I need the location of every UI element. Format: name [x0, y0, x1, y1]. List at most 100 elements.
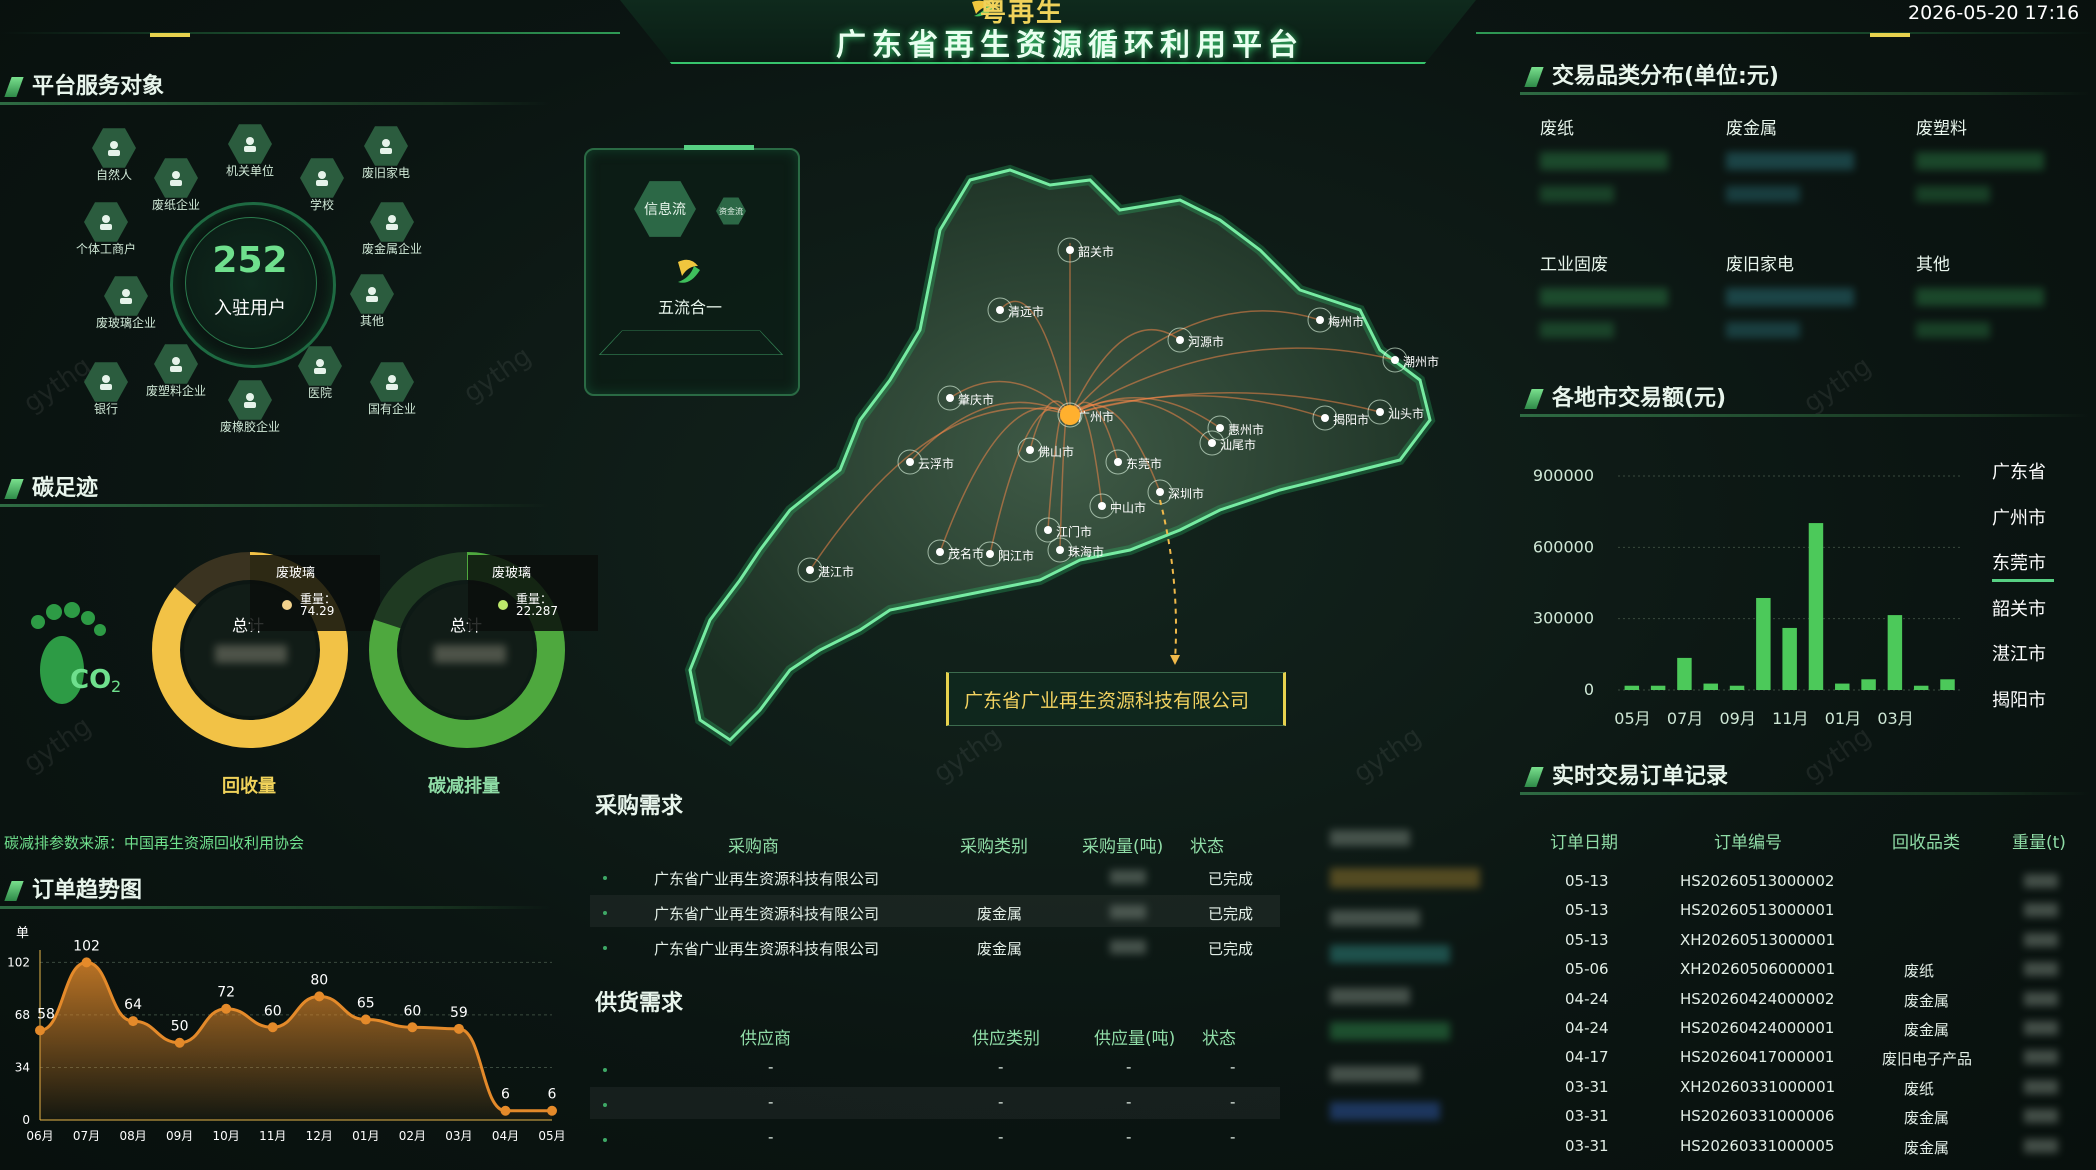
order-id[interactable]: HS20260331000006 [1680, 1107, 1834, 1125]
purchase-buyer[interactable]: 广东省广业再生资源科技有限公司 [654, 938, 879, 959]
category-name[interactable]: 其他 [1916, 250, 1950, 275]
row-bullet [603, 876, 607, 880]
carbon-source-note: 碳减排参数来源：中国再生资源回收利用协会 [4, 834, 305, 852]
order-id[interactable]: HS20260417000001 [1680, 1048, 1834, 1066]
city-list-item[interactable]: 广州市 [1992, 504, 2046, 530]
map-city-dot [1376, 408, 1384, 416]
map-city-dot [946, 394, 954, 402]
trend-area [40, 962, 552, 1120]
trend-data-label: 72 [217, 985, 235, 1001]
supply-supplier[interactable]: - [768, 1128, 773, 1146]
map-city-dot [1114, 458, 1122, 466]
purchase-category: 废金属 [977, 940, 1023, 958]
order-weight-blurred [2024, 903, 2058, 918]
supply-header: 供应类别 [972, 1029, 1040, 1049]
trend-y-tick: 102 [7, 955, 30, 969]
supply-category: - [998, 1128, 1004, 1146]
category-value-blurred [1540, 288, 1668, 306]
service-item-label: 废旧家电 [361, 166, 411, 180]
city-y-tick: 600000 [1533, 537, 1594, 556]
city-y-tick: 300000 [1533, 609, 1594, 628]
order-id[interactable]: HS20260424000002 [1680, 990, 1834, 1008]
trend-point [407, 1022, 418, 1033]
order-category: 废旧电子产品 [1882, 1050, 1973, 1069]
city-list-item[interactable]: 广东省 [1992, 458, 2046, 484]
category-name[interactable]: 废金属 [1726, 114, 1777, 139]
city-x-tick: 11月 [1772, 709, 1808, 728]
purchase-buyer[interactable]: 广东省广业再生资源科技有限公司 [654, 868, 879, 889]
city-bar [1808, 523, 1824, 690]
order-id[interactable]: XH20260506000001 [1680, 960, 1835, 978]
city-list-item[interactable]: 韶关市 [1992, 595, 2046, 621]
recovery-label: 回收量 [222, 776, 276, 797]
trend-x-tick: 04月 [492, 1129, 519, 1143]
trend-x-tick: 07月 [73, 1129, 100, 1143]
map-city-dot [1208, 439, 1216, 447]
category-name[interactable]: 废纸 [1540, 114, 1574, 139]
trend-point [35, 1025, 45, 1036]
order-date: 05-06 [1565, 960, 1609, 979]
city-list-item[interactable]: 东莞市 [1992, 549, 2046, 575]
city-list-item[interactable]: 揭阳市 [1992, 686, 2046, 712]
map-pointer-arrow [1170, 655, 1180, 665]
category-value-blurred [1540, 152, 1668, 170]
purchase-buyer[interactable]: 广东省广业再生资源科技有限公司 [654, 903, 879, 924]
blurred-panel [1330, 1066, 1420, 1082]
section-underline [0, 504, 550, 507]
category-percent-blurred [1726, 322, 1800, 338]
map-city-dot [1176, 336, 1184, 344]
trend-data-label: 6 [501, 1087, 510, 1103]
order-date: 05-13 [1565, 901, 1609, 920]
order-weight-blurred [2024, 1050, 2058, 1065]
reduction-total-value [434, 645, 506, 663]
map-city-label: 惠州市 [1228, 422, 1264, 437]
category-percent-blurred [1540, 322, 1614, 338]
order-id[interactable]: HS20260331000005 [1680, 1137, 1834, 1155]
map-city-label: 阳江市 [998, 548, 1034, 563]
service-item-label: 自然人 [95, 168, 133, 182]
orders-header: 订单日期 [1550, 833, 1618, 853]
supply-category: - [998, 1058, 1004, 1076]
supply-status: - [1230, 1128, 1236, 1146]
supply-amount: - [1126, 1093, 1132, 1111]
supply-supplier[interactable]: - [768, 1058, 773, 1076]
order-id[interactable]: XH20260513000001 [1680, 931, 1835, 949]
header-accent [150, 33, 190, 37]
purchase-header: 状态 [1190, 837, 1224, 857]
order-id[interactable]: HS20260424000001 [1680, 1019, 1834, 1037]
order-id[interactable]: XH20260331000001 [1680, 1078, 1835, 1096]
category-value-blurred [1726, 152, 1854, 170]
purchase-category: 废金属 [977, 905, 1023, 923]
recovery-tooltip-value: 74.29 [300, 604, 335, 618]
service-item-label: 废塑料企业 [145, 384, 207, 398]
trend-data-label: 50 [171, 1019, 189, 1035]
category-name[interactable]: 废塑料 [1916, 114, 1967, 139]
category-percent-blurred [1916, 322, 1990, 338]
category-name[interactable]: 工业固废 [1540, 250, 1608, 275]
category-percent-blurred [1916, 186, 1990, 202]
svg-text:CO: CO [70, 665, 111, 695]
reduction-label: 碳减排量 [428, 776, 500, 797]
category-name[interactable]: 废旧家电 [1726, 250, 1794, 275]
purchase-header: 采购类别 [960, 837, 1028, 857]
trend-data-label: 64 [124, 997, 142, 1013]
order-id[interactable]: HS20260513000002 [1680, 872, 1834, 890]
trend-data-label: 58 [37, 1006, 55, 1022]
city-x-tick: 07月 [1667, 709, 1703, 728]
map-city-label: 汕头市 [1388, 406, 1424, 421]
order-id[interactable]: HS20260513000001 [1680, 901, 1834, 919]
service-item-label: 废纸企业 [151, 198, 201, 212]
recovery-total-value [215, 645, 287, 663]
service-item-label: 学校 [309, 198, 335, 212]
orders-header: 订单编号 [1714, 833, 1782, 853]
trend-x-tick: 06月 [26, 1129, 53, 1143]
service-item-label: 国有企业 [367, 402, 417, 416]
map-city-label: 东莞市 [1126, 456, 1162, 471]
purchase-header: 采购量(吨) [1082, 837, 1164, 857]
map-city-dot [1098, 502, 1106, 510]
supply-amount: - [1126, 1058, 1132, 1076]
section-underline [1520, 792, 2090, 795]
section-underline [0, 102, 550, 105]
supply-supplier[interactable]: - [768, 1093, 773, 1111]
city-list-item[interactable]: 湛江市 [1992, 640, 2046, 666]
